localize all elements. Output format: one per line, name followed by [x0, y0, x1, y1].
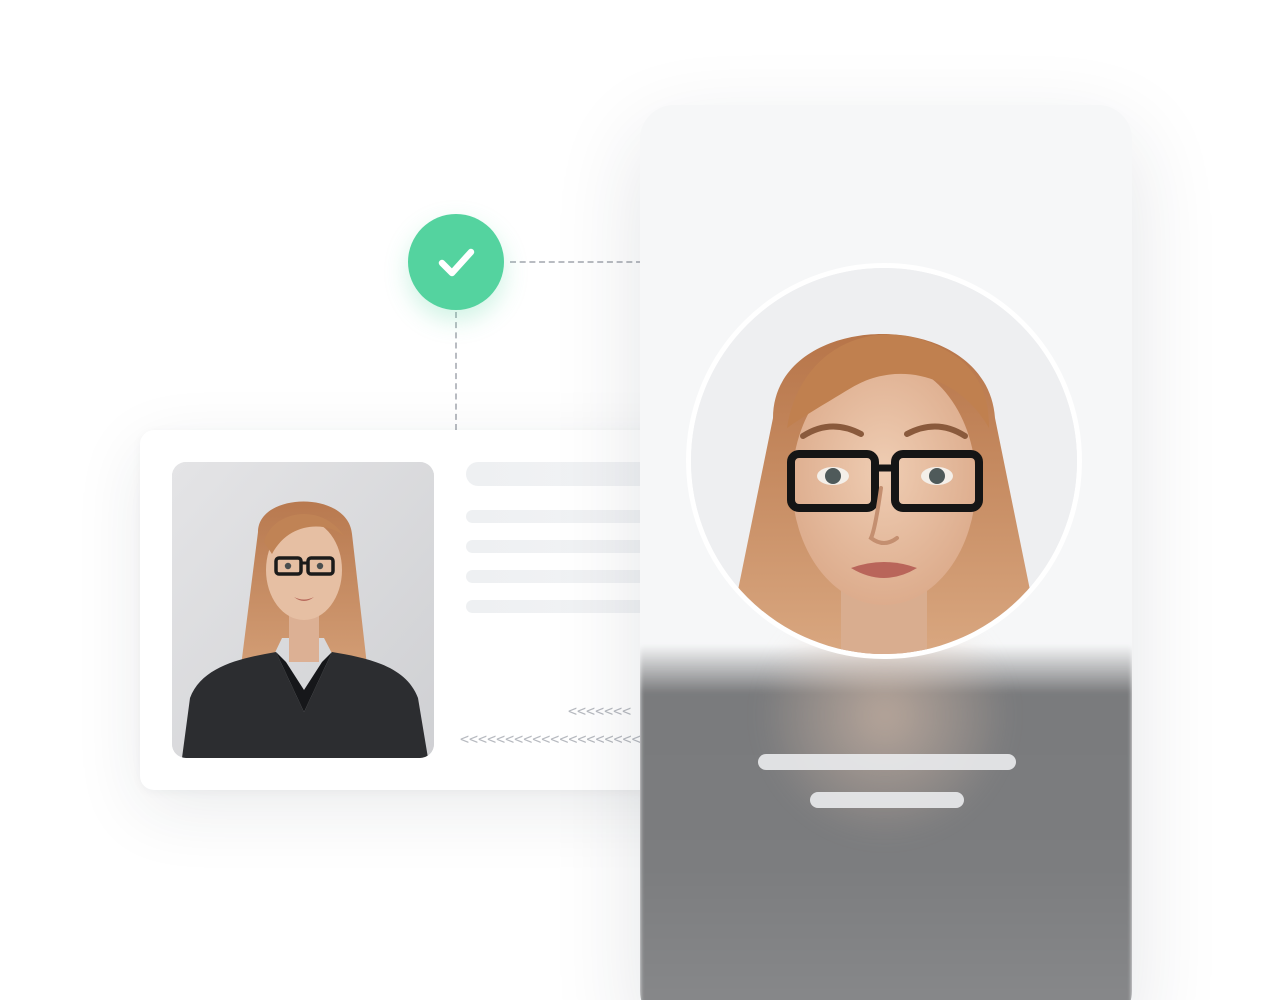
connector-line-vertical [455, 312, 457, 430]
selfie-status-placeholder [810, 792, 964, 808]
verified-badge [408, 214, 504, 310]
check-icon [438, 248, 475, 277]
identity-verification-illustration: <<<<<<< <<<<<<<<<<<<<<<<<<<<<< [0, 0, 1272, 1000]
face-illustration [691, 268, 1077, 654]
mrz-line: <<<<<<< [568, 702, 632, 720]
portrait-illustration [172, 462, 434, 758]
connector-line-horizontal [510, 261, 642, 263]
face-capture-circle [686, 263, 1082, 659]
mrz-line: <<<<<<<<<<<<<<<<<<<<<< [460, 730, 659, 748]
selfie-status-placeholder [758, 754, 1016, 770]
id-portrait-photo [172, 462, 434, 758]
selfie-capture-screen [640, 105, 1132, 1000]
